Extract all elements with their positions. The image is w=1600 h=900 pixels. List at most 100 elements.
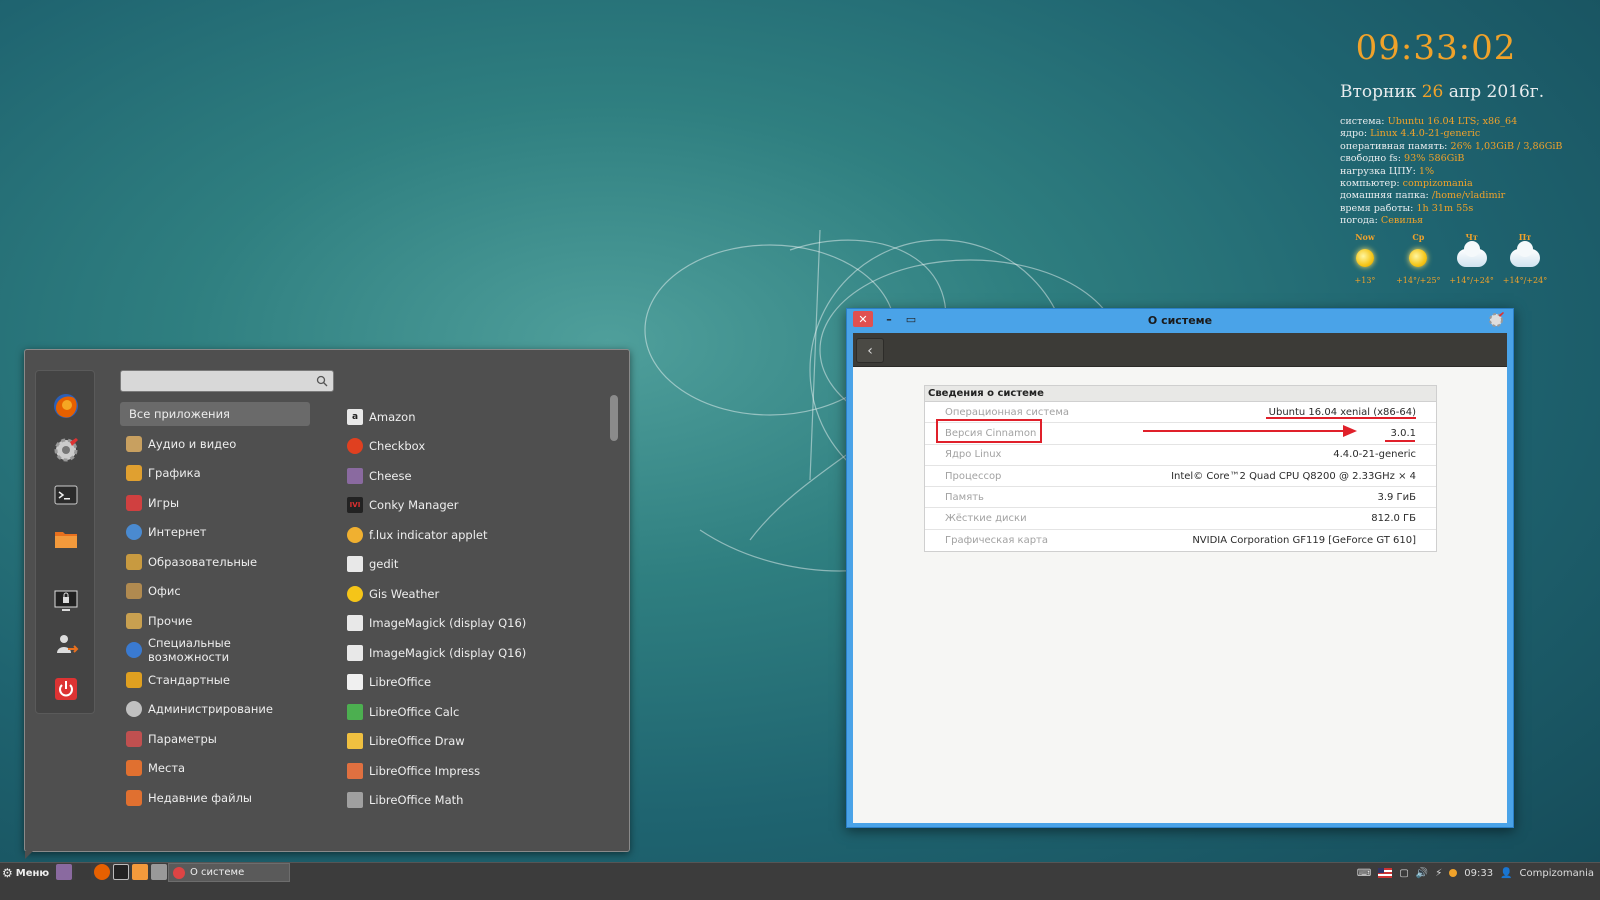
app-imagemagick[interactable]: ImageMagick (display Q16)	[347, 638, 607, 668]
app-flux[interactable]: f.lux indicator applet	[347, 520, 607, 550]
keyboard-layout-flag-icon[interactable]	[1378, 868, 1393, 878]
settings-app-icon	[1489, 312, 1504, 327]
graphics-icon	[126, 465, 142, 482]
app-gedit[interactable]: gedit	[347, 550, 607, 580]
display-icon[interactable]: ▢	[1399, 868, 1408, 879]
app-libreoffice-math[interactable]: LibreOffice Math	[347, 786, 607, 816]
libreoffice-calc-icon	[347, 703, 363, 720]
libreoffice-impress-icon	[347, 762, 363, 779]
category-office[interactable]: Офис	[120, 577, 310, 607]
conky-info-row: домашняя папка: /home/vladimir	[1340, 190, 1506, 202]
minimize-icon: –	[886, 312, 892, 326]
preferences-icon	[126, 730, 142, 747]
firefox-icon[interactable]	[51, 391, 81, 421]
conky-month-year: апр 2016г.	[1448, 82, 1545, 102]
amazon-icon: a	[347, 408, 363, 425]
logout-icon[interactable]	[51, 630, 81, 660]
chevron-left-icon: ‹	[867, 342, 873, 359]
power-status-icon[interactable]: ⚡	[1435, 868, 1442, 879]
conky-widget: 09:33:02 Вторник 26 апр 2016г. система: …	[1340, 28, 1590, 285]
system-info-table: Сведения о системе Операционная система U…	[924, 385, 1437, 553]
system-info-window: ✕ – ▭ О системе ‹ Сведения о системе Опе…	[846, 308, 1514, 828]
info-row-memory: Память 3.9 ГиБ	[925, 487, 1436, 509]
conky-info-row: ядро: Linux 4.4.0-21-generic	[1340, 128, 1481, 140]
gedit-icon	[347, 556, 363, 573]
app-list-scrollbar[interactable]	[610, 395, 618, 441]
gis-weather-icon	[347, 585, 363, 602]
conky-weekday: Вторник	[1340, 82, 1417, 102]
category-all-apps[interactable]: Все приложения	[120, 402, 310, 426]
app-imagemagick[interactable]: ImageMagick (display Q16)	[347, 609, 607, 639]
conky-info-row: компьютер: compizomania	[1340, 178, 1473, 190]
weather-day: Ср +14°/+25°	[1396, 231, 1441, 285]
internet-icon	[126, 524, 142, 541]
app-conky-manager[interactable]: IVI Conky Manager	[347, 491, 607, 521]
category-accessibility[interactable]: Специальные возможности	[120, 636, 310, 666]
app-gis-weather[interactable]: Gis Weather	[347, 579, 607, 609]
app-checkbox[interactable]: Checkbox	[347, 432, 607, 462]
firefox-launcher-icon[interactable]	[94, 864, 110, 880]
libreoffice-draw-icon	[347, 733, 363, 750]
category-administration[interactable]: Администрирование	[120, 695, 310, 725]
category-graphics[interactable]: Графика	[120, 459, 310, 489]
category-recent-files[interactable]: Недавние файлы	[120, 783, 310, 813]
search-field[interactable]	[120, 370, 334, 393]
app-libreoffice[interactable]: LibreOffice	[347, 668, 607, 698]
screenshot-launcher-icon[interactable]	[151, 864, 167, 880]
category-internet[interactable]: Интернет	[120, 518, 310, 548]
app-libreoffice-draw[interactable]: LibreOffice Draw	[347, 727, 607, 757]
conky-info-row: время работы: 1h 31m 55s	[1340, 202, 1474, 214]
clock[interactable]: 09:33	[1464, 868, 1493, 879]
close-button[interactable]: ✕	[853, 311, 873, 327]
app-list: a Amazon Checkbox Cheese IVI Conky Manager…	[347, 402, 607, 815]
folder-icon[interactable]	[51, 524, 81, 554]
weather-tray-icon[interactable]	[1449, 869, 1458, 877]
category-other[interactable]: Прочие	[120, 606, 310, 636]
app-cheese[interactable]: Cheese	[347, 461, 607, 491]
window-title: О системе	[1147, 313, 1213, 327]
weather-day: Чт +14°/+24°	[1449, 231, 1494, 285]
terminal-launcher-icon[interactable]	[113, 864, 129, 880]
search-input[interactable]	[121, 372, 311, 393]
education-icon	[126, 553, 142, 570]
window-titlebar[interactable]: ✕ – ▭ О системе	[847, 309, 1513, 331]
keyboard-icon[interactable]: ⌨	[1357, 868, 1371, 879]
annotation-underline-version	[1385, 440, 1415, 442]
close-icon: ✕	[858, 312, 868, 326]
app-libreoffice-calc[interactable]: LibreOffice Calc	[347, 697, 607, 727]
info-row-disks: Жёсткие диски 812.0 ГБ	[925, 508, 1436, 530]
gear-icon: ⚙	[2, 866, 13, 880]
folder-launcher-icon[interactable]	[132, 864, 148, 880]
user-icon[interactable]: 👤	[1500, 868, 1512, 879]
app-libreoffice-impress[interactable]: LibreOffice Impress	[347, 756, 607, 786]
conky-time: 09:33:02	[1355, 28, 1517, 68]
accessibility-icon	[126, 642, 142, 659]
menu-button[interactable]: ⚙ Меню	[2, 865, 49, 881]
category-games[interactable]: Игры	[120, 488, 310, 518]
weather-day: Now +13°	[1354, 231, 1376, 285]
sun-icon	[1356, 248, 1374, 267]
category-preferences[interactable]: Параметры	[120, 724, 310, 754]
taskbar-window-button[interactable]: О системе	[168, 863, 290, 882]
terminal-icon[interactable]	[51, 480, 81, 510]
back-button[interactable]: ‹	[856, 338, 884, 363]
category-accessories[interactable]: Стандартные	[120, 665, 310, 695]
lock-screen-icon[interactable]	[51, 586, 81, 616]
conky-info-row: погода: Севилья	[1340, 215, 1424, 227]
settings-icon[interactable]	[51, 435, 81, 465]
volume-icon[interactable]: 🔊	[1416, 868, 1428, 879]
system-tray: ⌨ ▢ 🔊 ⚡ 09:33 👤 Compizomania	[1350, 865, 1594, 881]
audio-video-icon	[126, 435, 142, 452]
category-audio-video[interactable]: Аудио и видео	[120, 429, 310, 459]
minimize-button[interactable]: –	[879, 311, 899, 327]
power-icon[interactable]	[51, 674, 81, 704]
annotation-box	[936, 419, 1042, 443]
category-places[interactable]: Места	[120, 754, 310, 784]
cheese-launcher-icon[interactable]	[56, 864, 72, 880]
app-amazon[interactable]: a Amazon	[347, 402, 607, 432]
settings-app-icon	[173, 866, 185, 879]
user-name[interactable]: Compizomania	[1520, 868, 1594, 879]
category-education[interactable]: Образовательные	[120, 547, 310, 577]
conky-info-row: свободно fs: 93% 586GiB	[1340, 153, 1465, 165]
maximize-button[interactable]: ▭	[901, 311, 921, 327]
